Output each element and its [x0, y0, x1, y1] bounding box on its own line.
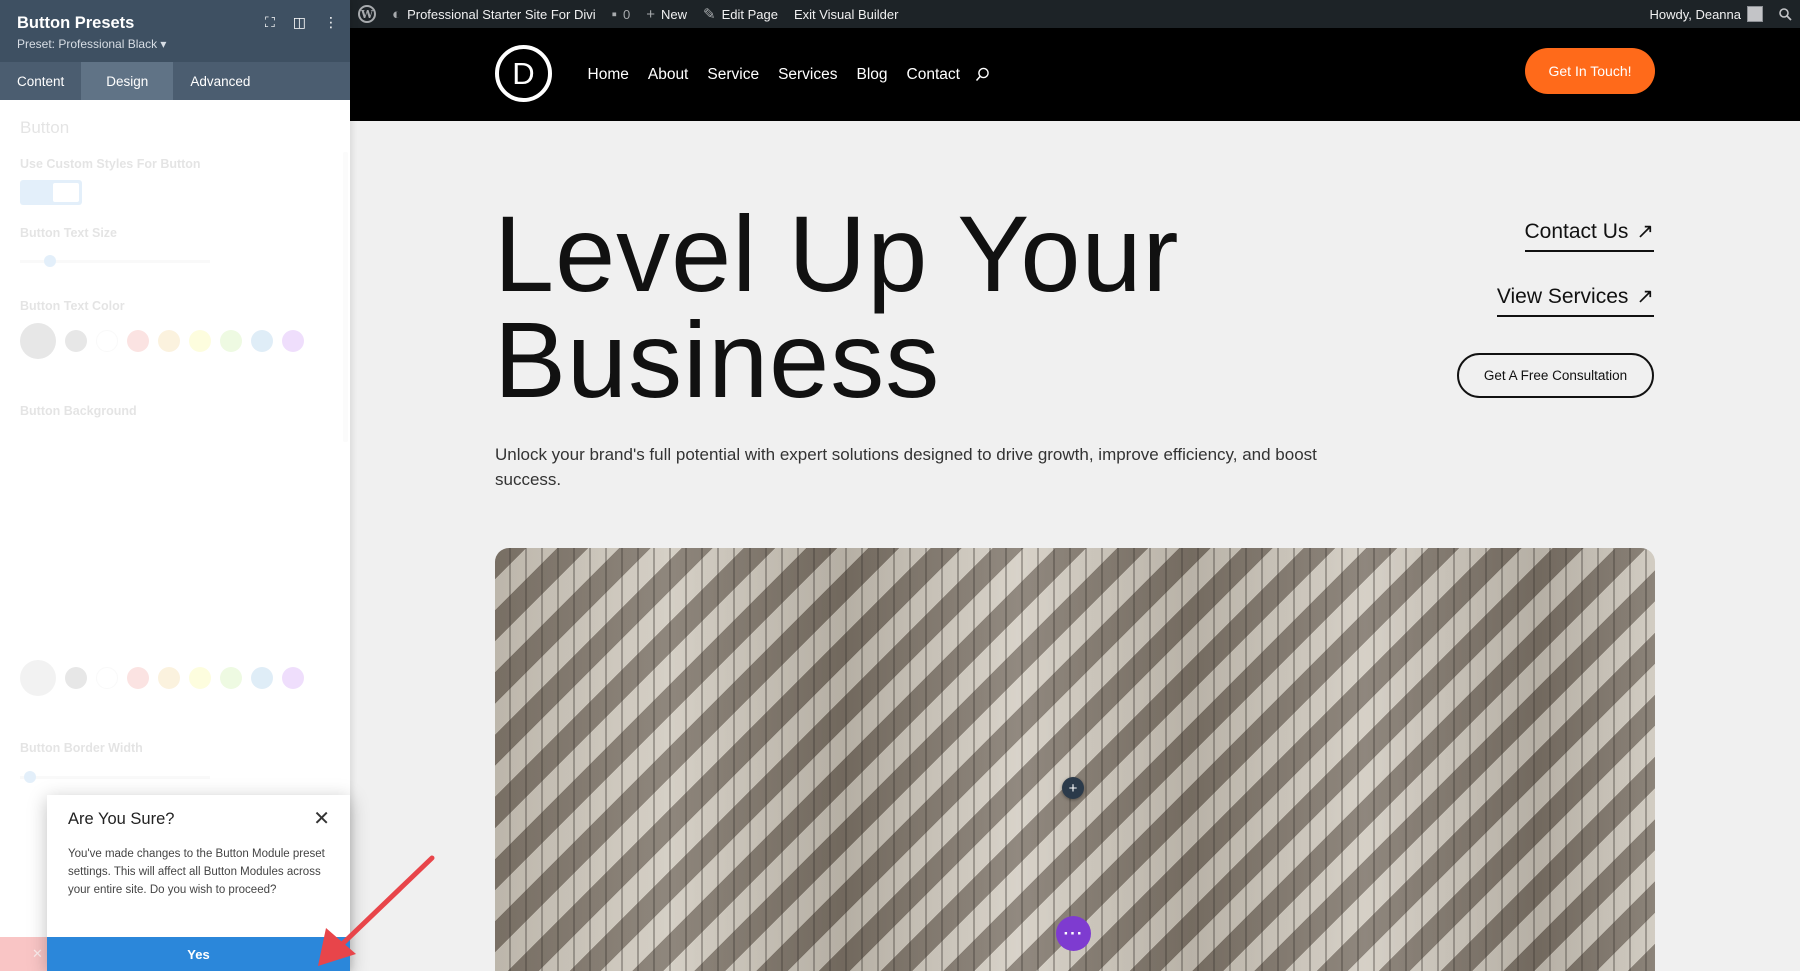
close-icon[interactable]: ✕: [313, 809, 330, 829]
panel-tabs: Content Design Advanced: [0, 62, 350, 100]
color-swatch[interactable]: [282, 330, 304, 352]
exit-builder-label: Exit Visual Builder: [793, 6, 899, 22]
color-swatch[interactable]: [65, 667, 87, 689]
edit-page-link[interactable]: ✎ Edit Page: [695, 0, 786, 28]
wordpress-icon: W: [358, 5, 376, 23]
admin-search-button[interactable]: [1771, 0, 1800, 28]
account-menu[interactable]: Howdy, Deanna: [1641, 0, 1771, 28]
more-options-icon[interactable]: ⋮: [324, 14, 338, 31]
color-swatch[interactable]: [282, 667, 304, 689]
color-swatch[interactable]: [189, 667, 211, 689]
preset-dropdown[interactable]: Preset: Professional Black ▾: [17, 37, 333, 51]
color-picker-swatch[interactable]: [20, 660, 56, 696]
border-width-slider[interactable]: [20, 776, 210, 779]
custom-styles-label: Use Custom Styles For Button: [20, 157, 201, 171]
color-swatch[interactable]: [189, 330, 211, 352]
plus-icon: +: [646, 5, 655, 23]
confirm-dialog: Are You Sure? ✕ You've made changes to t…: [47, 795, 350, 971]
hero-subtitle: Unlock your brand's full potential with …: [495, 445, 1317, 489]
panel-actions: ⛶ ◫ ⋮: [265, 14, 338, 31]
pencil-icon: ✎: [702, 5, 716, 23]
site-logo[interactable]: D: [495, 45, 552, 102]
color-swatch[interactable]: [251, 330, 273, 352]
custom-styles-toggle[interactable]: [20, 180, 82, 205]
color-swatch[interactable]: [65, 330, 87, 352]
color-swatch[interactable]: [96, 330, 118, 352]
nav-service[interactable]: Service: [698, 66, 769, 84]
expand-icon[interactable]: ⛶: [265, 14, 275, 31]
comments-count: 0: [622, 6, 631, 22]
color-picker-swatch[interactable]: [20, 323, 56, 359]
nav-home[interactable]: Home: [578, 66, 638, 84]
nav-contact[interactable]: Contact: [897, 66, 969, 84]
background-color-swatches: [20, 660, 304, 696]
logo-letter: D: [512, 55, 535, 91]
site-name: Professional Starter Site For Divi: [407, 6, 596, 22]
dialog-message: You've made changes to the Button Module…: [68, 848, 325, 896]
arrow-up-right-icon: ↗: [1636, 220, 1654, 243]
view-services-label: View Services: [1496, 284, 1629, 308]
text-color-swatches: [20, 323, 304, 359]
avatar: [1747, 6, 1763, 22]
comment-icon: ▪: [611, 5, 617, 23]
new-label: New: [660, 6, 687, 22]
nav-about[interactable]: About: [638, 66, 698, 84]
hero-title: Level Up Your Business: [494, 200, 1194, 414]
text-color-label: Button Text Color: [20, 299, 125, 313]
exit-visual-builder-link[interactable]: Exit Visual Builder: [786, 0, 907, 28]
color-swatch[interactable]: [127, 330, 149, 352]
wordpress-logo-button[interactable]: W: [350, 0, 384, 28]
section-options-button[interactable]: ···: [1056, 916, 1091, 951]
tab-design[interactable]: Design: [81, 62, 174, 100]
new-content-link[interactable]: + New: [638, 0, 695, 28]
edit-page-label: Edit Page: [721, 6, 778, 22]
site-header: D Home About Service Services Blog Conta…: [350, 28, 1800, 121]
background-label: Button Background: [20, 404, 137, 418]
dialog-title: Are You Sure?: [68, 810, 175, 828]
main-nav: Home About Service Services Blog Contact: [578, 28, 990, 121]
color-swatch[interactable]: [127, 667, 149, 689]
color-swatch[interactable]: [251, 667, 273, 689]
border-width-label: Button Border Width: [20, 741, 143, 755]
tab-advanced[interactable]: Advanced: [173, 62, 267, 100]
panel-header: Button Presets Preset: Professional Blac…: [0, 0, 350, 62]
site-name-link[interactable]: ◐ Professional Starter Site For Divi: [384, 0, 604, 28]
text-size-knob[interactable]: [44, 255, 56, 267]
add-module-plus-button[interactable]: +: [1062, 777, 1084, 799]
yes-button[interactable]: Yes: [47, 937, 350, 971]
free-consultation-button[interactable]: Get A Free Consultation: [1457, 353, 1654, 398]
nav-services[interactable]: Services: [769, 66, 847, 84]
color-swatch[interactable]: [220, 330, 242, 352]
color-swatch[interactable]: [158, 330, 180, 352]
tab-content[interactable]: Content: [0, 62, 81, 100]
border-width-knob[interactable]: [24, 771, 36, 783]
search-icon[interactable]: [975, 67, 990, 82]
text-size-label: Button Text Size: [20, 226, 117, 240]
color-swatch[interactable]: [158, 667, 180, 689]
close-icon[interactable]: ✕: [32, 946, 43, 962]
nav-blog[interactable]: Blog: [847, 66, 897, 84]
button-group-title[interactable]: Button: [20, 118, 69, 138]
color-swatch[interactable]: [96, 667, 118, 689]
search-icon: [1779, 7, 1792, 21]
hero-title-line1: Level Up Your: [494, 193, 1180, 314]
comments-link[interactable]: ▪ 0: [604, 0, 639, 28]
hero-section: Level Up Your Business Unlock your brand…: [350, 121, 1800, 971]
contact-us-label: Contact Us: [1524, 219, 1629, 243]
arrow-up-right-icon: ↗: [1636, 285, 1654, 308]
annotation-arrow-icon: [318, 855, 435, 966]
split-view-icon[interactable]: ◫: [293, 14, 306, 31]
get-in-touch-button[interactable]: Get In Touch!: [1525, 48, 1655, 94]
view-services-link[interactable]: View Services ↗: [1496, 284, 1654, 317]
color-swatch[interactable]: [220, 667, 242, 689]
wp-admin-bar: W ◐ Professional Starter Site For Divi ▪…: [350, 0, 1800, 28]
building-facade-image: [495, 548, 1655, 971]
contact-us-link[interactable]: Contact Us ↗: [1524, 219, 1654, 252]
hero-title-line2: Business: [494, 299, 941, 420]
panel-scrollbar[interactable]: [343, 152, 348, 442]
dashboard-icon: ◐: [392, 5, 402, 23]
howdy-text: Howdy, Deanna: [1649, 6, 1741, 22]
